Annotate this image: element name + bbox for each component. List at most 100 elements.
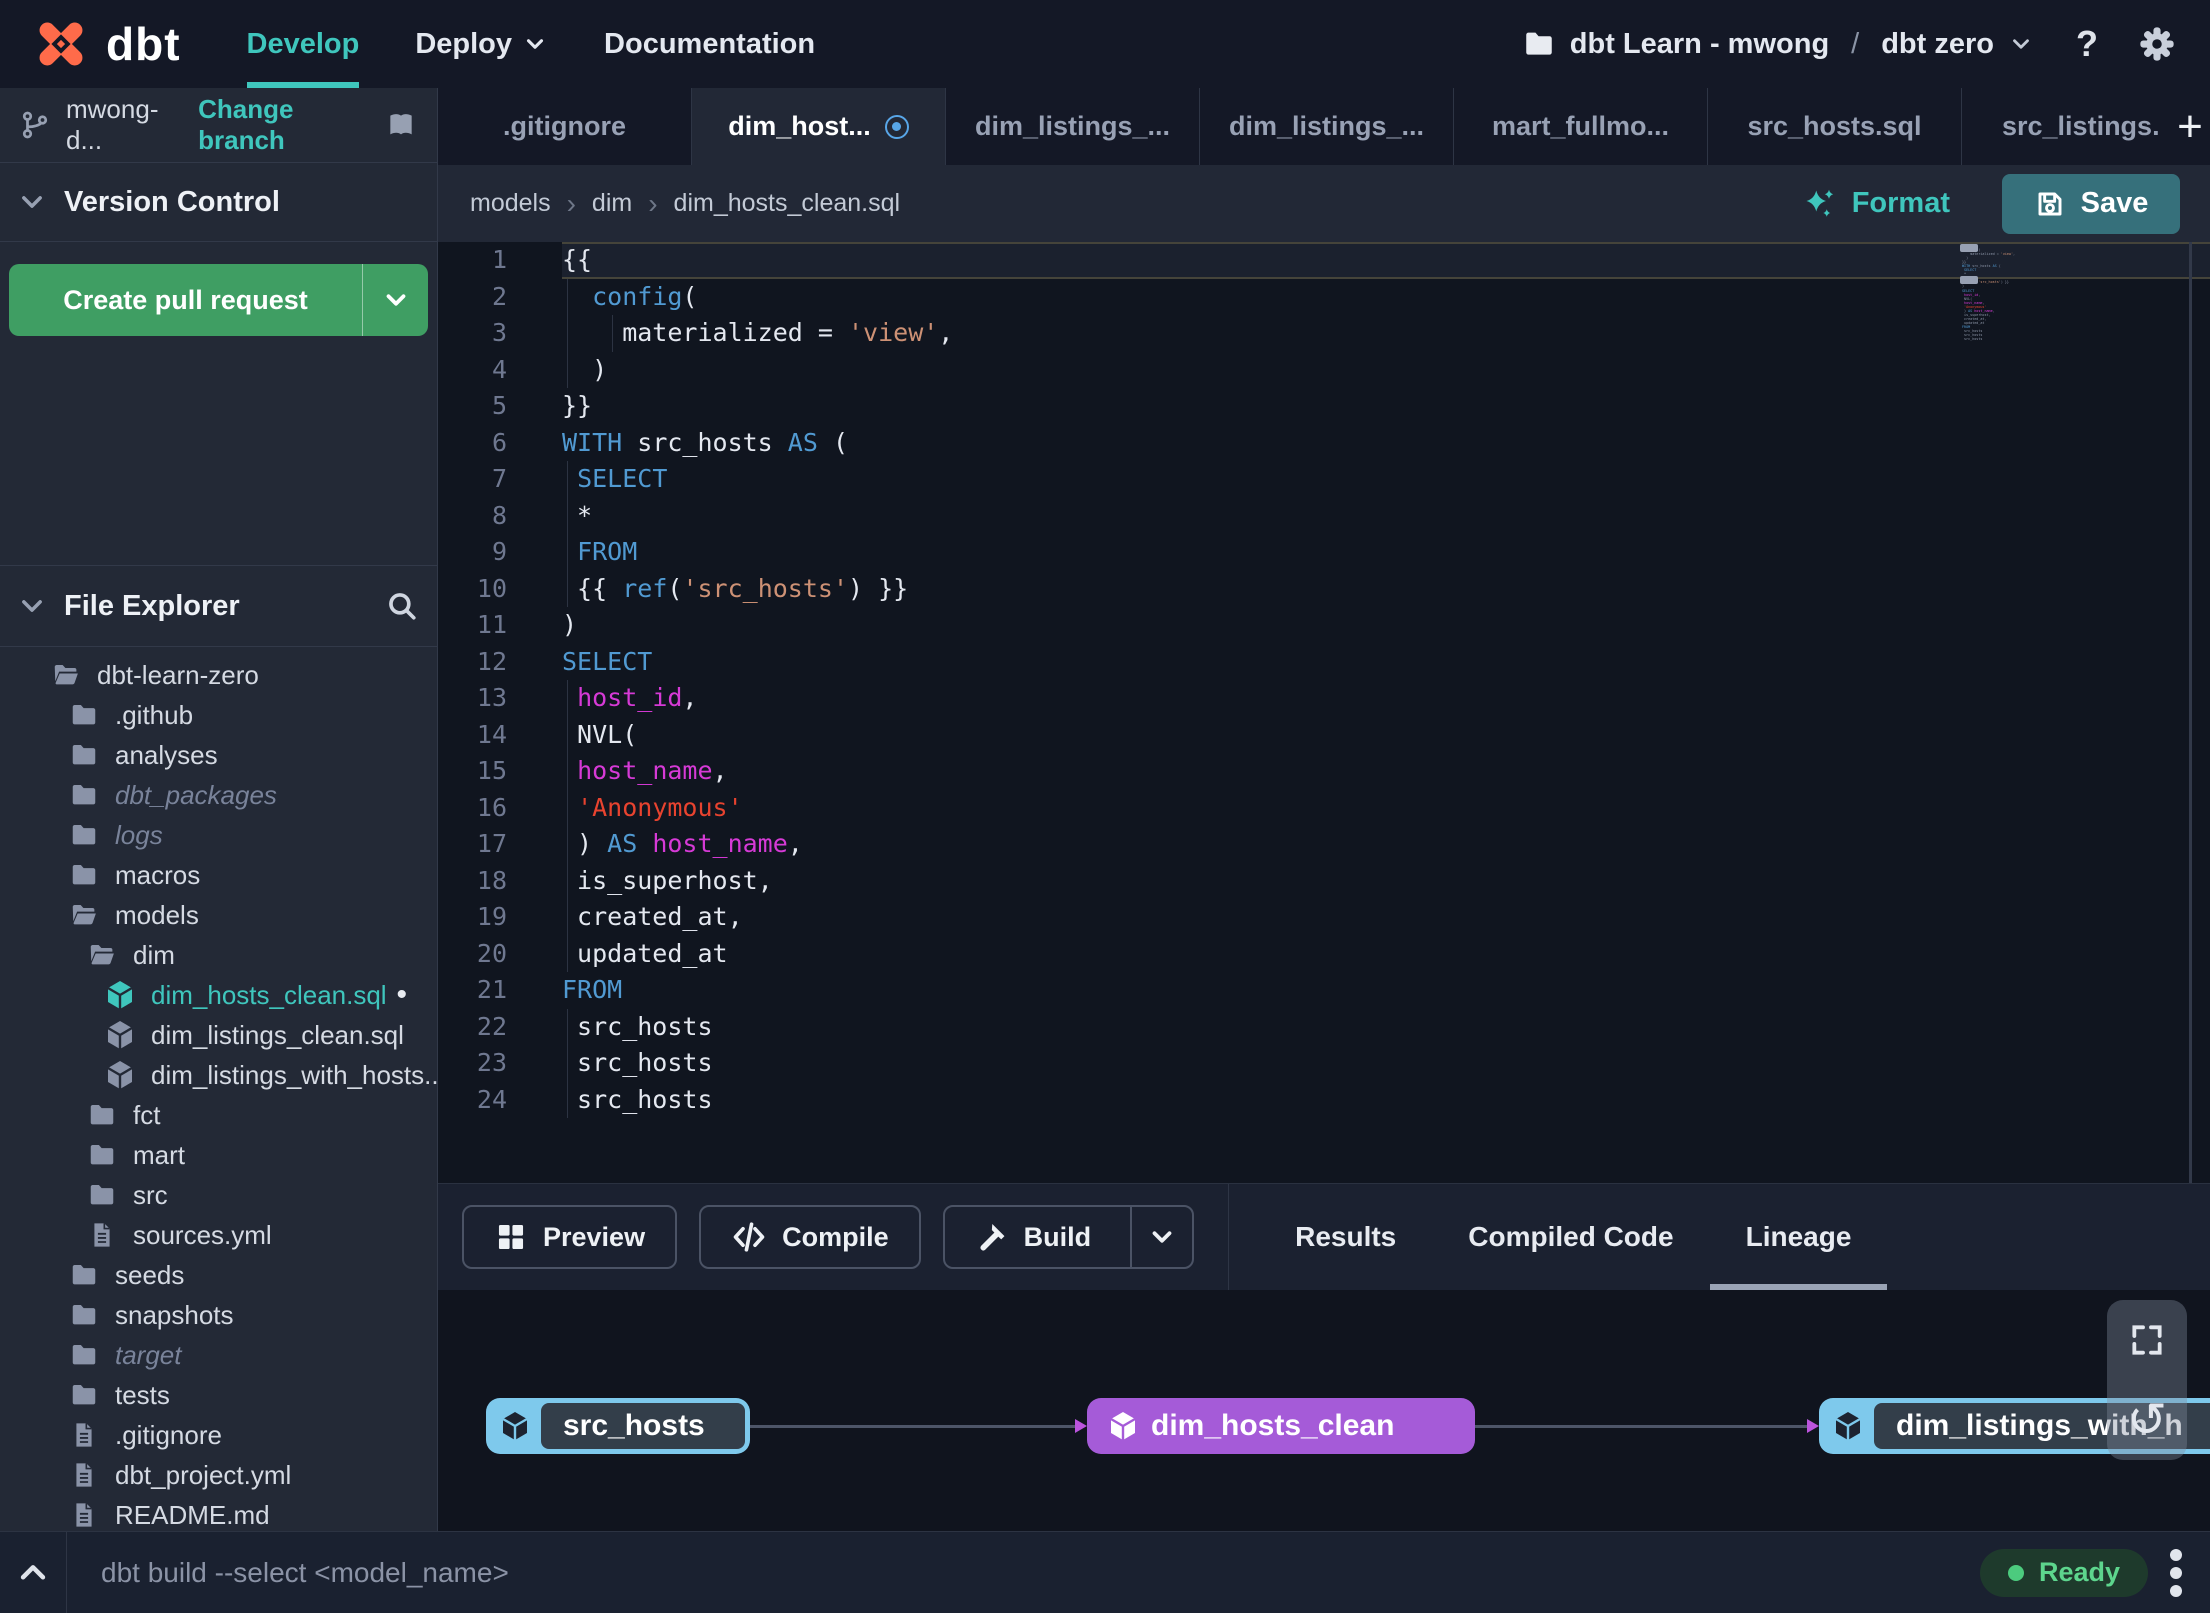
- compile-button[interactable]: Compile: [699, 1205, 921, 1269]
- indent-guide: [567, 534, 568, 571]
- build-dropdown-chevron[interactable]: [1130, 1207, 1192, 1267]
- code-line[interactable]: host_id,: [562, 680, 2210, 717]
- project-selector[interactable]: dbt Learn - mwong / dbt zero: [1570, 28, 2034, 61]
- tree-item[interactable]: dbt_packages: [0, 775, 437, 815]
- code-line[interactable]: is_superhost,: [562, 862, 2210, 899]
- tree-item[interactable]: logs: [0, 815, 437, 855]
- code-line[interactable]: NVL(: [562, 716, 2210, 753]
- help-button[interactable]: ?: [2076, 23, 2098, 65]
- code-line[interactable]: src_hosts: [562, 1008, 2210, 1045]
- code-line[interactable]: updated_at: [562, 935, 2210, 972]
- code-editor[interactable]: 1 2 3 4 5 6 7 8 9 10 11 12 13 14 15 16 17 18 19 20 21 22 23 24 …: [438, 242, 2210, 1183]
- tree-item[interactable]: .gitignore: [0, 1415, 437, 1455]
- code-line[interactable]: src_hosts: [562, 1081, 2210, 1118]
- editor-tab[interactable]: src_listings.: [1962, 88, 2170, 165]
- change-branch-link[interactable]: Change branch: [198, 94, 369, 156]
- nav-item-deploy[interactable]: Deploy: [415, 0, 548, 88]
- code-line[interactable]: ): [562, 351, 2210, 388]
- code-area[interactable]: {{ config( materialized = 'view', )}} WIT…: [562, 242, 2210, 1183]
- folder-icon: [68, 699, 100, 731]
- new-tab-button[interactable]: +: [2170, 88, 2210, 165]
- code-line[interactable]: SELECT: [562, 461, 2210, 498]
- code-line[interactable]: }}: [562, 388, 2210, 425]
- tree-item[interactable]: dim_hosts_clean.sql •: [0, 975, 437, 1015]
- editor-tab[interactable]: mart_fullmo...: [1454, 88, 1708, 165]
- panel-tab-lineage[interactable]: Lineage: [1709, 1184, 1888, 1290]
- command-input[interactable]: dbt build --select <model_name>: [101, 1557, 509, 1589]
- code-line[interactable]: created_at,: [562, 899, 2210, 936]
- fullscreen-icon[interactable]: [2107, 1300, 2187, 1380]
- nav-item-documentation[interactable]: Documentation: [604, 0, 815, 88]
- breadcrumb-item[interactable]: dim_hosts_clean.sql: [674, 189, 901, 218]
- tree-item[interactable]: mart: [0, 1135, 437, 1175]
- code-line[interactable]: FROM: [562, 972, 2210, 1009]
- code-line[interactable]: src_hosts: [562, 1045, 2210, 1082]
- tree-item[interactable]: fct: [0, 1095, 437, 1135]
- folder-icon: [86, 1139, 118, 1171]
- tree-item[interactable]: src: [0, 1175, 437, 1215]
- model-cube-icon: [491, 1410, 539, 1442]
- code-line[interactable]: *: [562, 497, 2210, 534]
- editor-tab[interactable]: dim_host...: [692, 88, 946, 165]
- panel-tab-compiled-code[interactable]: Compiled Code: [1432, 1184, 1709, 1290]
- tree-item[interactable]: dbt_project.yml: [0, 1455, 437, 1495]
- code-token: ) }}: [848, 573, 909, 603]
- breadcrumb-item[interactable]: dim: [592, 189, 632, 218]
- tree-item[interactable]: .github: [0, 695, 437, 735]
- editor-tab[interactable]: dim_listings_...: [946, 88, 1200, 165]
- tree-item[interactable]: tests: [0, 1375, 437, 1415]
- code-line[interactable]: 'Anonymous': [562, 789, 2210, 826]
- format-label: Format: [1851, 187, 1950, 219]
- version-control-header[interactable]: Version Control: [0, 163, 437, 242]
- code-line[interactable]: SELECT: [562, 644, 2210, 681]
- tree-item[interactable]: README.md: [0, 1495, 437, 1531]
- dbt-logo[interactable]: dbt: [30, 0, 181, 88]
- save-button[interactable]: Save: [2002, 173, 2180, 234]
- nav-item-develop[interactable]: Develop: [246, 0, 360, 88]
- code-line[interactable]: ) AS host_name,: [562, 826, 2210, 863]
- minimap[interactable]: {{ config( materialized = 'view', )}}WIT…: [1962, 244, 2032, 341]
- tree-item[interactable]: analyses: [0, 735, 437, 775]
- tree-item[interactable]: sources.yml: [0, 1215, 437, 1255]
- code-token: materialized =: [562, 318, 848, 347]
- code-token: config: [592, 281, 683, 311]
- lineage-node-src_hosts[interactable]: src_hosts: [486, 1398, 750, 1454]
- tree-item[interactable]: models: [0, 895, 437, 935]
- editor-tab[interactable]: .gitignore: [438, 88, 692, 165]
- line-number: 2: [491, 281, 507, 311]
- format-button[interactable]: Format: [1802, 186, 1950, 222]
- create-pull-request-button[interactable]: Create pull request: [9, 264, 428, 336]
- tree-item[interactable]: dbt-learn-zero: [0, 655, 437, 695]
- editor-tab[interactable]: dim_listings_...: [1200, 88, 1454, 165]
- code-line[interactable]: host_name,: [562, 753, 2210, 790]
- search-icon[interactable]: [385, 589, 419, 623]
- tree-item[interactable]: snapshots: [0, 1295, 437, 1335]
- tree-item[interactable]: macros: [0, 855, 437, 895]
- kebab-menu-icon[interactable]: [2170, 1548, 2182, 1597]
- pr-dropdown-chevron[interactable]: [362, 264, 428, 336]
- code-line[interactable]: ): [562, 607, 2210, 644]
- preview-button[interactable]: Preview: [462, 1205, 678, 1269]
- tree-item[interactable]: target: [0, 1335, 437, 1375]
- panel-tab-results[interactable]: Results: [1259, 1184, 1432, 1290]
- lineage-canvas[interactable]: src_hosts dim_hosts_clean dim_listings_wit…: [438, 1290, 2210, 1531]
- docs-book-icon[interactable]: [385, 109, 417, 141]
- lineage-node-dim_hosts_clean[interactable]: dim_hosts_clean: [1087, 1398, 1475, 1454]
- tree-item[interactable]: dim_listings_clean.sql: [0, 1015, 437, 1055]
- build-button[interactable]: Build: [942, 1205, 1195, 1269]
- code-token: {{: [562, 573, 623, 603]
- code-line[interactable]: WITH src_hosts AS (: [562, 425, 2210, 462]
- refresh-icon[interactable]: ↺: [2107, 1380, 2187, 1460]
- settings-gear-icon[interactable]: [2138, 25, 2176, 63]
- tree-item[interactable]: dim_listings_with_hosts...: [0, 1055, 437, 1095]
- code-line[interactable]: FROM: [562, 534, 2210, 571]
- code-line[interactable]: {{ ref('src_hosts') }}: [562, 570, 2210, 607]
- tree-item[interactable]: seeds: [0, 1255, 437, 1295]
- editor-tab[interactable]: src_hosts.sql: [1708, 88, 1962, 165]
- editor-scrollbar[interactable]: [2189, 242, 2192, 1183]
- tree-item[interactable]: dim: [0, 935, 437, 975]
- file-explorer-header[interactable]: File Explorer: [0, 565, 437, 647]
- code-token: ): [562, 829, 608, 858]
- chevron-up-icon[interactable]: [0, 1532, 67, 1613]
- breadcrumb-item[interactable]: models: [470, 189, 551, 218]
